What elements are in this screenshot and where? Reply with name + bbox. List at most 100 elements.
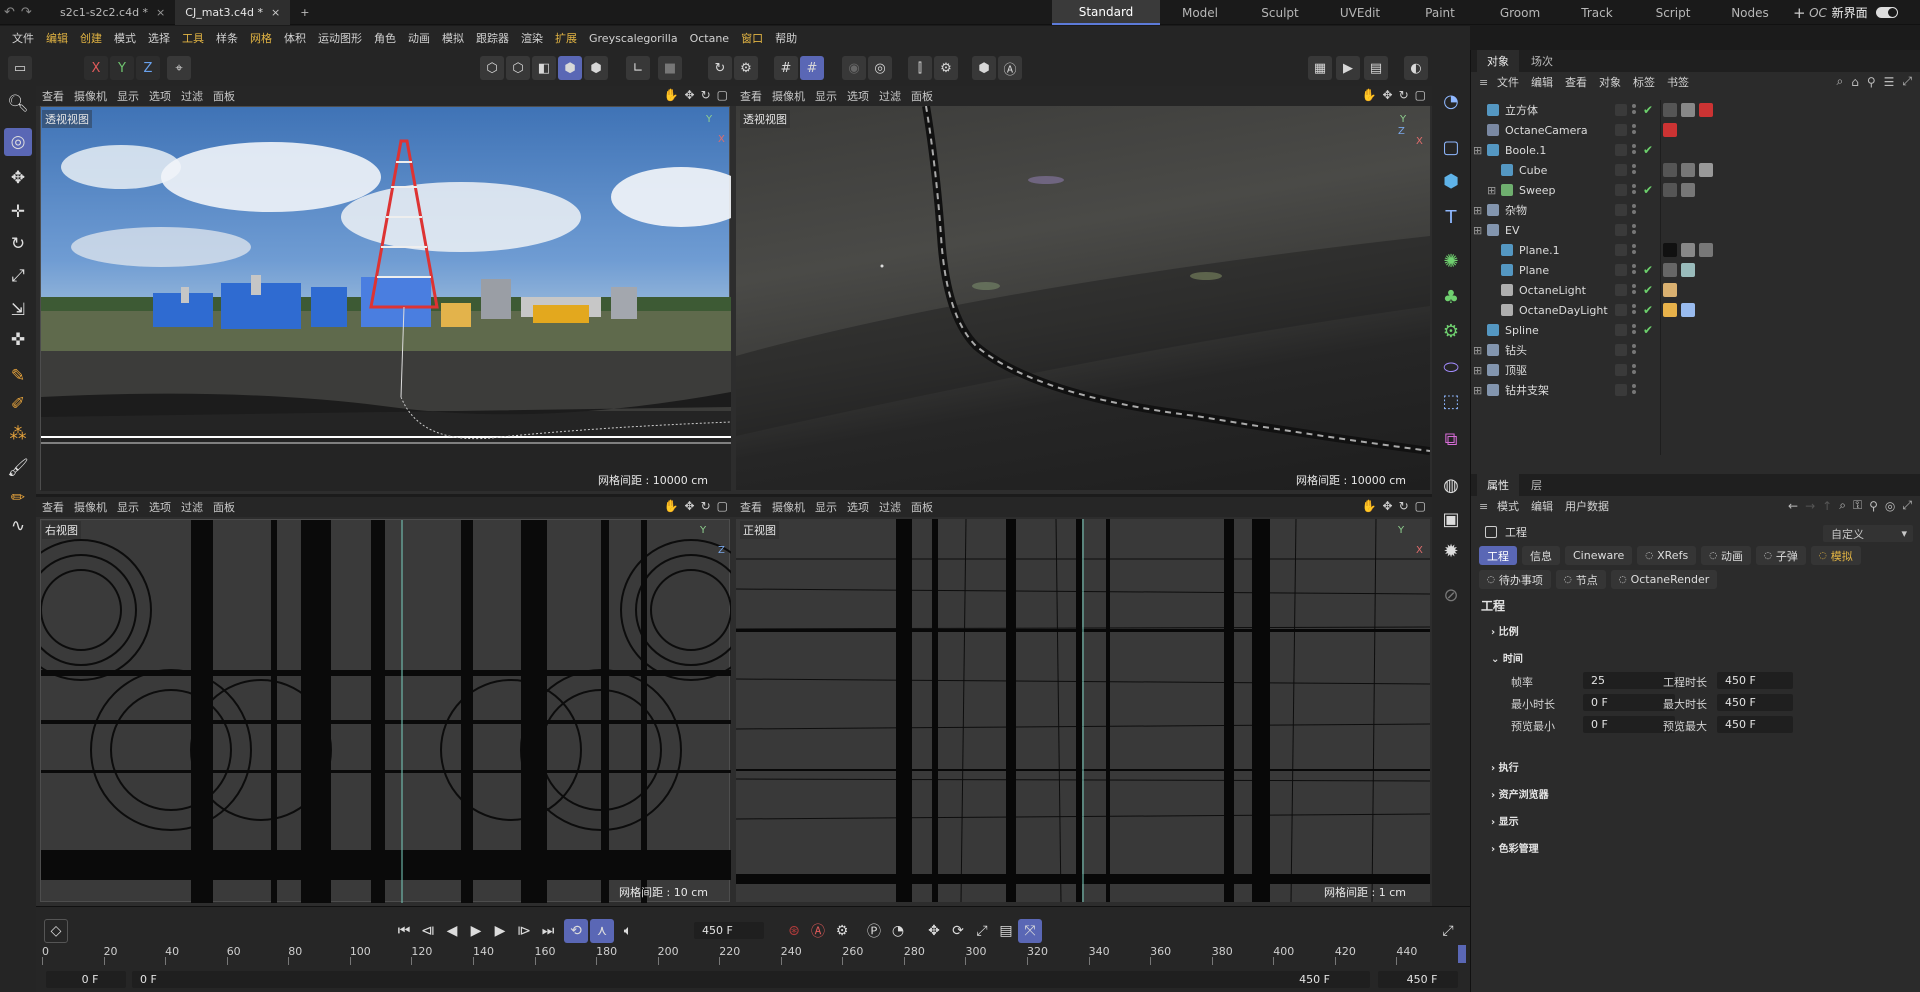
material-tag-icon[interactable] [1663,103,1677,117]
layer-checkbox[interactable] [1615,344,1627,356]
transform-icon[interactable]: ⇲ [4,296,32,324]
object-row[interactable]: 立方体 ✔ [1471,100,1920,120]
menu-item-5[interactable]: 工具 [176,30,210,46]
preset-dropdown[interactable]: 自定义 ▾ [1823,525,1913,542]
menu-item-14[interactable]: 渲染 [515,30,549,46]
enabled-check-icon[interactable]: ✔ [1643,263,1653,277]
axis-z-lock[interactable]: Z [136,56,160,80]
material-tag-icon[interactable] [1663,283,1677,297]
menu-item-8[interactable]: 体积 [278,30,312,46]
field-value[interactable]: 450 F [1717,672,1793,689]
key-pla-icon[interactable]: ⤧ [1018,919,1042,943]
menu-item-16[interactable]: Greyscalegorilla [583,32,684,45]
rotate-icon[interactable]: ↻ [4,230,32,258]
layer-checkbox[interactable] [1615,364,1627,376]
spline-sketch-icon[interactable]: ✐ [4,390,32,418]
object-row[interactable]: OctaneCamera [1471,120,1920,140]
search-icon[interactable]: ⌕ [1836,74,1843,89]
prev-frame-icon[interactable]: ◀ [440,919,464,943]
field-value[interactable]: 25 [1583,672,1675,689]
create-generator-icon[interactable]: ✺ [1436,246,1466,276]
selection-options-icon[interactable]: ✥ [4,164,32,192]
key-rotation-icon[interactable]: ⟳ [946,919,970,943]
vp-menu-panel[interactable]: 面板 [911,88,933,104]
orbit-icon[interactable]: ↻ [1399,88,1409,102]
key-settings-icon[interactable]: ⚙ [830,919,854,943]
viewport-front[interactable]: 查看 摄像机 显示 选项 过滤 面板 ✋ ✥ ↻ ▢ 正视图 Y X 网格间距 … [734,497,1432,906]
create-spline-icon[interactable]: ▢ [1436,132,1466,162]
spline-pen-icon[interactable]: ✎ [4,362,32,390]
new-layout-label[interactable]: 新界面 [1832,4,1868,21]
material-tag-icon[interactable] [1663,243,1677,257]
hamburger-icon[interactable]: ≡ [1479,76,1488,89]
pan-icon[interactable]: ✋ [1362,88,1377,102]
playhead[interactable] [1458,945,1466,963]
obj-menu-object[interactable]: 对象 [1599,74,1621,90]
menu-item-13[interactable]: 跟踪器 [470,30,515,46]
add-layout-icon[interactable]: + [1793,4,1806,22]
create-cloner-icon[interactable]: ♣ [1436,282,1466,312]
settings-icon[interactable]: ◎ [1885,499,1895,513]
vp-menu-view[interactable]: 查看 [740,499,762,515]
timeline-ruler[interactable]: 0 20 40 60 80 100 120 140 160 180 200 220 240 260 280 3… [42,945,1462,967]
loop-icon[interactable]: ⟲ [564,919,588,943]
maximize-icon[interactable]: ▢ [1415,88,1426,102]
create-sphere-icon[interactable]: ◔ [1436,86,1466,116]
current-frame-field[interactable]: 450 F [694,922,764,939]
menu-item-6[interactable]: 样条 [210,30,244,46]
object-row[interactable]: Plane.1 [1471,240,1920,260]
visibility-dots[interactable] [1632,164,1636,176]
zoom-icon[interactable]: 🔍︎ [4,90,32,118]
tab-takes[interactable]: 场次 [1521,50,1563,72]
motion-record-icon[interactable]: Ⓟ [862,919,886,943]
key-param-icon[interactable]: ▤ [994,919,1018,943]
attr-chip-5[interactable]: ◌ 子弹 [1756,546,1806,565]
brush-icon[interactable]: 🖌︎ [4,454,32,482]
model-mode-icon[interactable]: ⬢ [558,56,582,80]
axis-y-lock[interactable]: Y [110,56,134,80]
doc-tab[interactable]: s2c1-s2c2.c4d * × [50,0,175,25]
play-icon[interactable]: ▶ [464,919,488,943]
attr-chip-4[interactable]: ◌ 动画 [1701,546,1752,565]
menu-item-0[interactable]: 文件 [6,30,40,46]
next-frame-icon[interactable]: ▶ [488,919,512,943]
tab-attributes[interactable]: 属性 [1477,474,1519,496]
symmetry-icon[interactable]: ⫿ [908,56,932,80]
snap-icon[interactable]: # [774,56,798,80]
menu-item-17[interactable]: Octane [684,32,736,45]
scale-icon[interactable]: ⤢ [4,262,32,290]
soft-selection-icon[interactable]: ■ [658,56,682,80]
pan-icon[interactable]: ✋ [1362,499,1377,513]
live-selection-icon[interactable]: ◎ [4,128,32,156]
move-icon[interactable]: ✛ [4,198,32,226]
vp-menu-options[interactable]: 选项 [149,88,171,104]
visibility-dots[interactable] [1632,184,1636,196]
layer-checkbox[interactable] [1615,384,1627,396]
grid-snap-icon[interactable]: # [800,56,824,80]
create-cube-icon[interactable]: ⬢ [1436,166,1466,196]
filter-icon[interactable]: ⚲ [1867,75,1876,89]
layer-checkbox[interactable] [1615,264,1627,276]
material-tag-icon[interactable] [1663,183,1677,197]
material-tag-icon[interactable] [1699,163,1713,177]
axis-mode-icon[interactable]: ∟ [626,56,650,80]
viewport-perspective-1[interactable]: 查看 摄像机 显示 选项 过滤 面板 ✋ ✥ ↻ ▢ 透视视图 Y X 网格间距… [36,86,734,494]
layer-checkbox[interactable] [1615,104,1627,116]
vp-menu-display[interactable]: 显示 [815,88,837,104]
vp-menu-display[interactable]: 显示 [117,88,139,104]
menu-item-1[interactable]: 编辑 [40,30,74,46]
maximize-icon[interactable]: ▢ [717,88,728,102]
expand-toggle-icon[interactable]: ⊞ [1487,184,1496,197]
create-field-icon[interactable]: ⬚ [1436,386,1466,416]
cloner-icon[interactable]: ⁂ [4,420,32,448]
attr-chip-6[interactable]: ◌ 模拟 [1810,546,1861,565]
locked-workplane-icon[interactable]: ◎ [868,56,892,80]
visibility-dots[interactable] [1632,144,1636,156]
close-icon[interactable]: × [156,6,165,19]
range-end-field[interactable]: 450 F [1378,971,1458,988]
create-text-icon[interactable]: T [1436,202,1466,232]
layer-checkbox[interactable] [1615,304,1627,316]
orbit-icon[interactable]: ↻ [1399,499,1409,513]
attr-chip-7[interactable]: ◌ 待办事项 [1479,570,1551,589]
expand-toggle-icon[interactable]: ⊞ [1473,384,1482,397]
